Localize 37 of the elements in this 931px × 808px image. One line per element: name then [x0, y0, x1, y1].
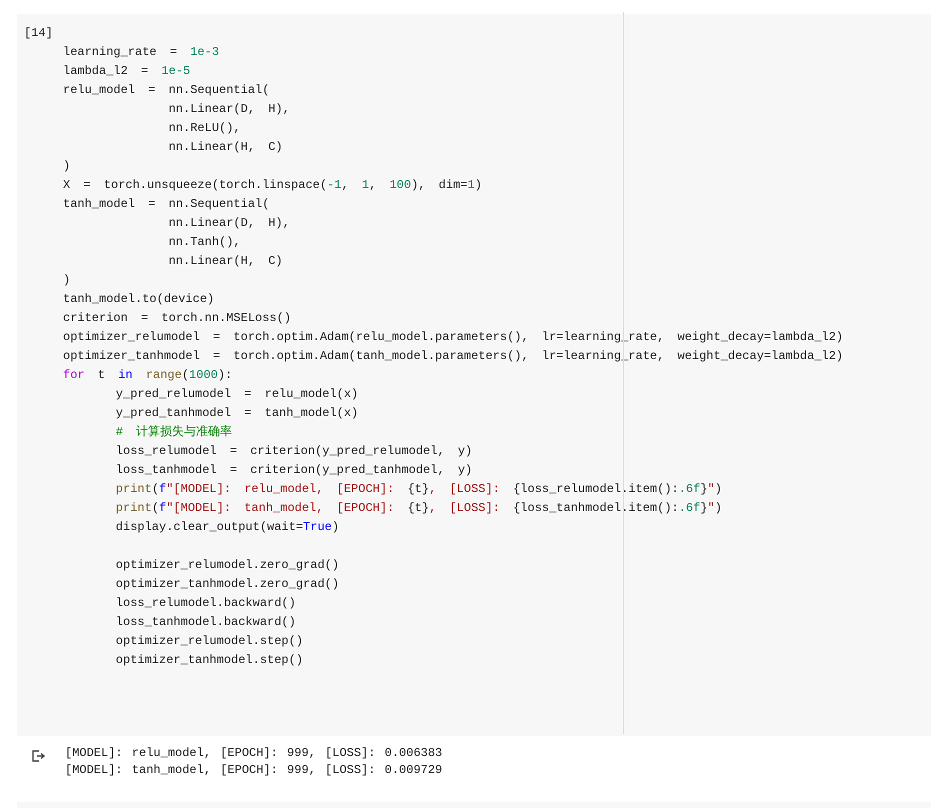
code-line: optimizer_relumodel.zero_grad()	[114, 557, 340, 574]
code-line: loss_tanhmodel.backward()	[114, 614, 296, 631]
execution-count: [14]	[24, 25, 53, 41]
code-line: optimizer_tanhmodel.zero_grad()	[114, 576, 340, 593]
code-line: y_pred_relumodel = relu_model(x)	[114, 386, 358, 403]
output-line: [MODEL]: tanh_model, [EPOCH]: 999, [LOSS]: 0.009729	[65, 762, 442, 779]
code-line: display.clear_output(wait=True)	[114, 519, 340, 536]
code-line: nn.Tanh(),	[168, 234, 241, 251]
code-line: )	[63, 158, 70, 175]
code-line: print(f"[MODEL]: tanh_model, [EPOCH]: {t}, [LOSS]: {loss_tanhmodel.item():.6f}")	[114, 500, 722, 517]
code-line: nn.Linear(H, C)	[168, 139, 283, 156]
code-line: lambda_l2 = 1e-5	[63, 63, 190, 80]
code-line: tanh_model = nn.Sequential(	[63, 196, 270, 213]
code-line: optimizer_relumodel.step()	[114, 633, 304, 650]
code-line: for t in range(1000):	[63, 367, 232, 384]
code-line: learning_rate = 1e-3	[63, 44, 220, 61]
code-line: optimizer_relumodel = torch.optim.Adam(relu_model.parameters(), lr=learning_rate, weight_decay=lambda_l2)	[63, 329, 844, 346]
code-line: # 计算损失与准确率	[114, 424, 232, 441]
code-line: tanh_model.to(device)	[63, 291, 214, 308]
code-line: loss_relumodel = criterion(y_pred_relumodel, y)	[114, 443, 472, 460]
code-line: loss_relumodel.backward()	[114, 595, 296, 612]
code-line: optimizer_tanhmodel.step()	[114, 652, 304, 669]
code-line: nn.Linear(H, C)	[168, 253, 283, 270]
code-line: relu_model = nn.Sequential(	[63, 82, 270, 99]
code-line: nn.Linear(D, H),	[168, 215, 290, 232]
code-line: nn.ReLU(),	[168, 120, 241, 137]
code-line: X = torch.unsqueeze(torch.linspace(-1, 1, 100), dim=1)	[63, 177, 482, 194]
code-line: nn.Linear(D, H),	[168, 101, 290, 118]
output-line: [MODEL]: relu_model, [EPOCH]: 999, [LOSS]: 0.006383	[65, 745, 442, 762]
code-line: criterion = torch.nn.MSELoss()	[63, 310, 292, 327]
output-icon	[31, 749, 45, 763]
code-line: optimizer_tanhmodel = torch.optim.Adam(tanh_model.parameters(), lr=learning_rate, weight_decay=lambda_l2)	[63, 348, 844, 365]
code-line: print(f"[MODEL]: relu_model, [EPOCH]: {t}, [LOSS]: {loss_relumodel.item():.6f}")	[114, 481, 722, 498]
code-cell[interactable]	[17, 14, 931, 736]
code-line: loss_tanhmodel = criterion(y_pred_tanhmodel, y)	[114, 462, 472, 479]
code-line: y_pred_tanhmodel = tanh_model(x)	[114, 405, 358, 422]
code-line: )	[63, 272, 70, 289]
